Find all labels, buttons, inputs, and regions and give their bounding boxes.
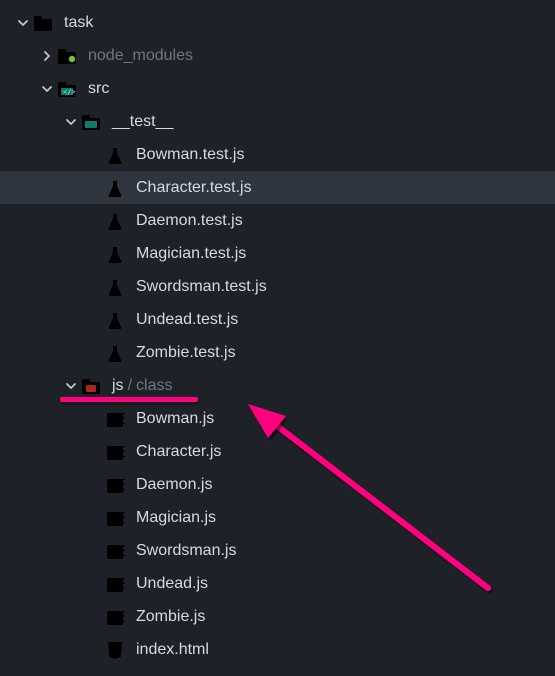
folder-icon — [80, 111, 102, 133]
folder-label: src — [88, 80, 109, 98]
js-icon — [104, 540, 126, 562]
file-class[interactable]: Undead.js — [0, 567, 555, 600]
file-test[interactable]: Swordsman.test.js — [0, 270, 555, 303]
file-label: Zombie.js — [136, 608, 205, 626]
path-separator: / — [128, 377, 132, 394]
file-label: Character.test.js — [136, 179, 252, 197]
file-label: Undead.test.js — [136, 311, 238, 329]
flask-icon — [104, 243, 126, 265]
chevron-down-icon — [62, 115, 80, 129]
file-test[interactable]: Magician.test.js — [0, 237, 555, 270]
annotation-underline — [60, 397, 198, 402]
file-label: Bowman.js — [136, 410, 214, 428]
file-label: Character.js — [136, 443, 221, 461]
file-label: Magician.js — [136, 509, 216, 527]
folder-label: __test__ — [112, 113, 173, 131]
file-test[interactable]: Daemon.test.js — [0, 204, 555, 237]
js-icon — [104, 474, 126, 496]
folder-src[interactable]: </> src — [0, 72, 555, 105]
file-label: Undead.js — [136, 575, 208, 593]
folder-label: js/class — [112, 377, 172, 395]
file-label: Daemon.js — [136, 476, 212, 494]
html5-icon — [104, 639, 126, 661]
flask-icon — [104, 342, 126, 364]
js-icon — [104, 441, 126, 463]
js-icon — [104, 573, 126, 595]
file-tree: task node_modules </> src __test__ Bowma… — [0, 0, 555, 666]
file-test[interactable]: Character.test.js — [0, 171, 555, 204]
file-class[interactable]: Swordsman.js — [0, 534, 555, 567]
folder-test[interactable]: __test__ — [0, 105, 555, 138]
file-test[interactable]: Zombie.test.js — [0, 336, 555, 369]
js-icon — [104, 606, 126, 628]
flask-icon — [104, 177, 126, 199]
file-class[interactable]: Bowman.js — [0, 402, 555, 435]
folder-icon — [80, 375, 102, 397]
folder-task[interactable]: task — [0, 6, 555, 39]
folder-icon — [56, 45, 78, 67]
js-icon — [104, 507, 126, 529]
file-label: Zombie.test.js — [136, 344, 236, 362]
chevron-down-icon — [38, 82, 56, 96]
folder-icon — [32, 12, 54, 34]
file-test[interactable]: Undead.test.js — [0, 303, 555, 336]
flask-icon — [104, 276, 126, 298]
file-index-html[interactable]: index.html — [0, 633, 555, 666]
file-label: Bowman.test.js — [136, 146, 244, 164]
file-class[interactable]: Character.js — [0, 435, 555, 468]
folder-icon: </> — [56, 78, 78, 100]
chevron-down-icon — [62, 379, 80, 393]
folder-label-part1: js — [112, 377, 124, 394]
file-test[interactable]: Bowman.test.js — [0, 138, 555, 171]
file-class[interactable]: Daemon.js — [0, 468, 555, 501]
file-label: Swordsman.test.js — [136, 278, 267, 296]
folder-label: task — [64, 14, 93, 32]
file-label: Daemon.test.js — [136, 212, 243, 230]
file-class[interactable]: Magician.js — [0, 501, 555, 534]
svg-text:</>: </> — [63, 88, 76, 96]
flask-icon — [104, 144, 126, 166]
folder-label: node_modules — [88, 47, 193, 65]
js-icon — [104, 408, 126, 430]
file-class[interactable]: Zombie.js — [0, 600, 555, 633]
flask-icon — [104, 309, 126, 331]
file-label: index.html — [136, 641, 209, 659]
chevron-down-icon — [14, 16, 32, 30]
file-label: Magician.test.js — [136, 245, 246, 263]
folder-label-part2: class — [136, 377, 172, 394]
folder-node-modules[interactable]: node_modules — [0, 39, 555, 72]
chevron-right-icon — [38, 49, 56, 63]
flask-icon — [104, 210, 126, 232]
file-label: Swordsman.js — [136, 542, 236, 560]
